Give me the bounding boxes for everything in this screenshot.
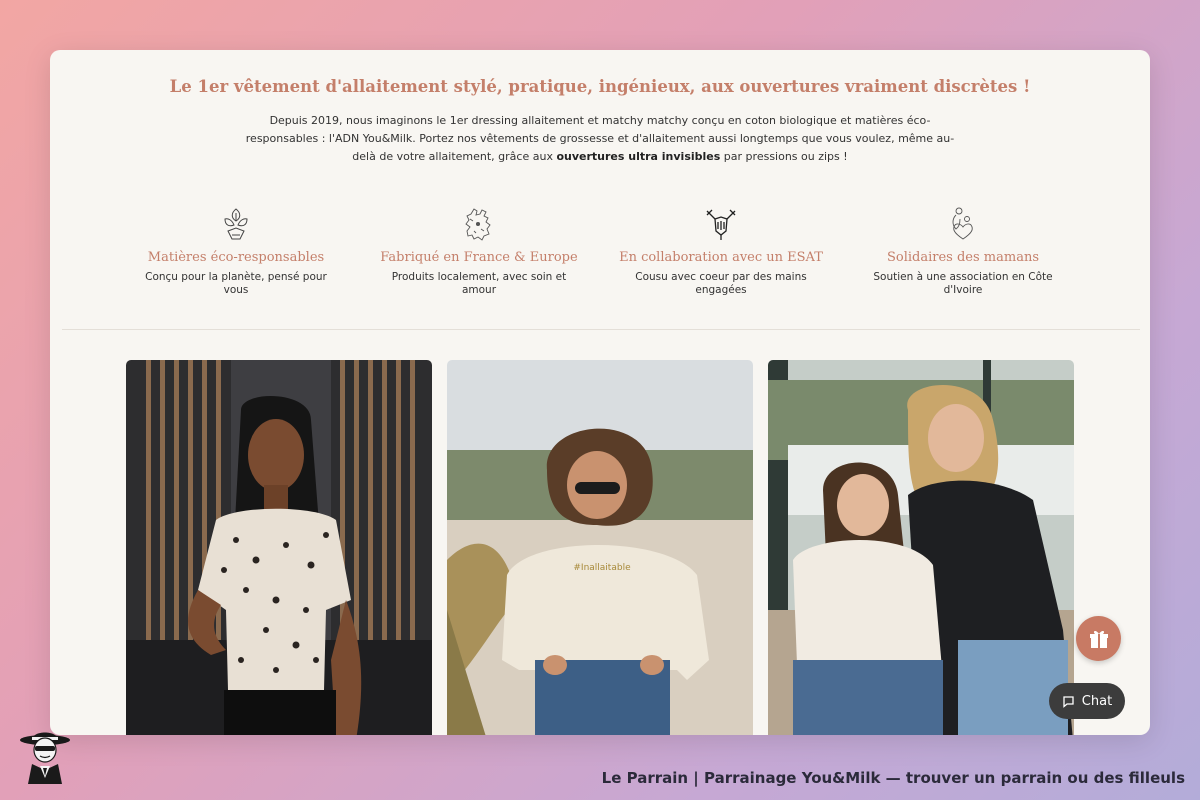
chat-button[interactable]: Chat	[1049, 683, 1125, 719]
le-parrain-logo	[20, 732, 70, 784]
intro-text-2: par pressions ou zips !	[720, 150, 848, 163]
feature-desc: Soutien à une association en Côte d'Ivoi…	[873, 271, 1053, 296]
feature-desc: Cousu avec coeur par des mains engagées	[635, 271, 807, 296]
photo-leopard-tee[interactable]	[126, 360, 432, 735]
photo-sweatshirt[interactable]: #Inallaitable	[447, 360, 753, 735]
footer-caption: Le Parrain | Parrainage You&Milk — trouv…	[601, 769, 1185, 787]
gift-button[interactable]	[1076, 616, 1121, 661]
feature-title: Fabriqué en France & Europe	[380, 250, 578, 265]
europe-map-icon	[465, 208, 491, 241]
feature-title: En collaboration avec un ESAT	[619, 250, 823, 265]
section-divider	[62, 329, 1140, 330]
feature-desc: Produits localement, avec soin et amour	[391, 271, 567, 296]
handshake-icon	[706, 209, 736, 240]
content-card: Le 1er vêtement d'allaitement stylé, pra…	[50, 50, 1150, 735]
feature-desc: Conçu pour la planète, pensé pour vous	[145, 271, 327, 296]
feature-eco-materials: Matières éco-responsables Conçu pour la …	[116, 205, 356, 297]
chat-label: Chat	[1081, 693, 1113, 709]
feature-title: Matières éco-responsables	[147, 250, 325, 265]
chat-bubble-icon	[1063, 695, 1074, 708]
recycle-leaves-icon	[224, 208, 248, 240]
photo-two-women[interactable]	[768, 360, 1074, 735]
gift-icon	[1089, 630, 1108, 648]
sweatshirt-print: #Inallaitable	[573, 563, 631, 573]
feature-solidarity: Solidaires des mamans Soutien à une asso…	[843, 205, 1083, 297]
page-headline: Le 1er vêtement d'allaitement stylé, pra…	[169, 77, 1031, 96]
mother-child-heart-icon	[952, 207, 973, 240]
feature-made-in-europe: Fabriqué en France & Europe Produits loc…	[359, 205, 599, 297]
intro-bold: ouvertures ultra invisibles	[556, 150, 721, 163]
features-row: Matières éco-responsables Conçu pour la …	[50, 205, 1150, 325]
feature-esat: En collaboration avec un ESAT Cousu avec…	[601, 205, 841, 297]
intro-paragraph: Depuis 2019, nous imaginons le 1er dress…	[245, 112, 955, 166]
feature-title: Solidaires des mamans	[886, 250, 1039, 265]
